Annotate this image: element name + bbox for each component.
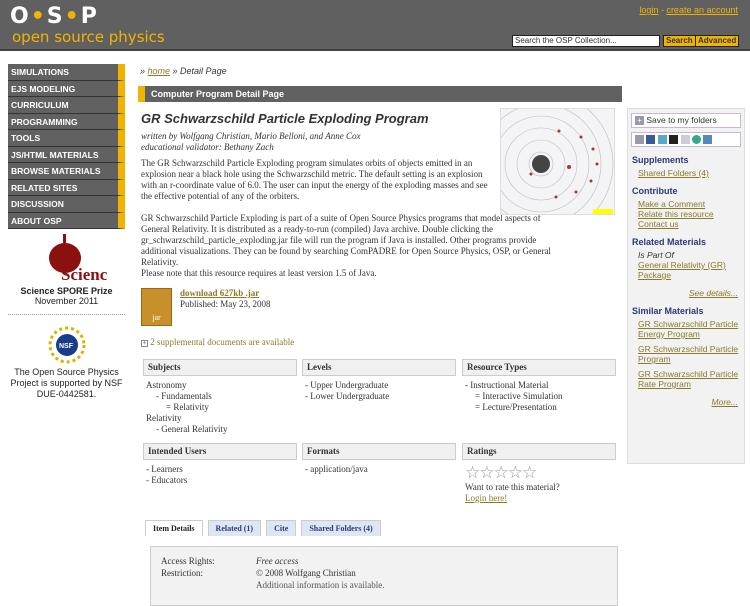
contact-us-link[interactable]: Contact us: [638, 219, 744, 229]
download-link[interactable]: download 627kb .jar: [180, 288, 259, 298]
item-details-panel: Access Rights: Free access Restriction: © …: [150, 546, 618, 606]
description: The GR Schwarzschild Particle Exploding …: [141, 158, 488, 201]
stumbleupon-icon[interactable]: [691, 135, 701, 145]
search-input[interactable]: Search the OSP Collection...: [512, 35, 660, 47]
breadcrumb: » home » Detail Page: [140, 66, 227, 76]
formats-cell: Formats - application/java: [302, 443, 456, 479]
nav-js-html[interactable]: JS/HTML MATERIALS: [8, 146, 125, 163]
published-date: Published: May 23, 2008: [180, 299, 271, 309]
right-sidebar: + Save to my folders Supplements Shared …: [627, 108, 745, 464]
breadcrumb-home[interactable]: home: [148, 66, 171, 76]
formats-header: Formats: [302, 443, 456, 460]
create-account-link[interactable]: create an account: [666, 5, 738, 15]
make-comment-link[interactable]: Make a Comment: [638, 199, 744, 209]
intended-users-cell: Intended Users - Learners - Educators: [143, 443, 297, 490]
java-note: Please note that this resource requires …: [141, 268, 377, 278]
save-to-folders-button[interactable]: + Save to my folders: [631, 113, 741, 128]
nav-simulations[interactable]: SIMULATIONS: [8, 64, 125, 81]
nsf-text: The Open Source Physics Project is suppo…: [10, 367, 123, 399]
tab-item-details[interactable]: Item Details: [145, 520, 203, 536]
login-link[interactable]: login: [639, 5, 658, 15]
validator: educational validator: Bethany Zach: [141, 142, 274, 152]
ratings-header: Ratings: [462, 443, 616, 460]
nsf-logo-icon: NSF: [48, 326, 85, 364]
expand-icon[interactable]: +: [141, 340, 148, 347]
svg-text:NSF: NSF: [59, 343, 74, 350]
twitter-icon[interactable]: [657, 135, 667, 145]
rate-prompt: Want to rate this material?: [465, 482, 560, 492]
contribute-heading: Contribute: [632, 186, 678, 196]
subjects-cell: Subjects Astronomy - Fundamentals = Relativ…: [143, 359, 297, 439]
main-nav: SIMULATIONS EJS MODELING CURRICULUM PROG…: [8, 64, 125, 229]
resource-types-header: Resource Types: [462, 359, 616, 376]
similar-material-link[interactable]: GR Schwarzschild Particle Rate Program: [638, 369, 744, 389]
similar-material-link[interactable]: GR Schwarzschild Particle Energy Program: [638, 319, 744, 339]
levels-cell: Levels - Upper Undergraduate - Lower Under…: [302, 359, 456, 406]
tab-shared-folders[interactable]: Shared Folders (4): [301, 520, 381, 536]
star-rating[interactable]: ☆☆☆☆☆: [465, 464, 613, 482]
science-apple-logo: Science: [48, 234, 115, 284]
nav-tools[interactable]: TOOLS: [8, 130, 125, 147]
delicious-icon[interactable]: [669, 135, 679, 145]
nav-ejs-modeling[interactable]: EJS MODELING: [8, 80, 125, 97]
plus-icon: +: [635, 116, 644, 125]
subjects-header: Subjects: [143, 359, 297, 376]
prize-date: November 2011: [34, 296, 99, 306]
is-part-of-label: Is Part Of: [638, 250, 674, 260]
access-rights: Free access: [256, 556, 299, 566]
digg-icon[interactable]: [680, 135, 690, 145]
simulation-preview: [468, 91, 614, 237]
gr-package-link[interactable]: General Relativity (GR) Package: [638, 260, 744, 280]
supplements-heading: Supplements: [632, 155, 689, 165]
related-materials-heading: Related Materials: [632, 237, 707, 247]
page-title: GR Schwarzschild Particle Exploding Prog…: [141, 111, 429, 126]
nav-programming[interactable]: PROGRAMMING: [8, 113, 125, 130]
nsf-support: NSF The Open Source Physics Project is s…: [8, 325, 125, 400]
nav-discussion[interactable]: DISCUSSION: [8, 196, 125, 213]
tab-related[interactable]: Related (1): [207, 520, 262, 536]
supplemental-toggle[interactable]: + 2 supplemental documents are available: [141, 337, 294, 347]
restriction: © 2008 Wolfgang Christian: [256, 568, 356, 578]
intended-users-header: Intended Users: [143, 443, 297, 460]
similar-material-link[interactable]: GR Schwarzschild Particle Program: [638, 344, 744, 364]
nav-curriculum[interactable]: CURRICULUM: [8, 97, 125, 114]
share-bar: [631, 132, 741, 147]
document-icon[interactable]: [703, 135, 713, 145]
logo-subtitle: open source physics: [12, 28, 165, 46]
nav-browse[interactable]: BROWSE MATERIALS: [8, 163, 125, 180]
breadcrumb-current: Detail Page: [180, 66, 227, 76]
add-share-icon[interactable]: [635, 135, 644, 145]
relate-resource-link[interactable]: Relate this resource: [638, 209, 744, 219]
nav-about[interactable]: ABOUT OSP: [8, 212, 125, 229]
resource-types-cell: Resource Types - Instructional Material = …: [462, 359, 616, 417]
svg-text:Science: Science: [61, 265, 107, 284]
additional-info: Additional information is available.: [256, 580, 385, 590]
shared-folders-link[interactable]: Shared Folders (4): [638, 168, 744, 178]
search-button[interactable]: Search: [663, 35, 696, 47]
more-link[interactable]: More...: [628, 397, 738, 407]
spore-prize: Science Science SPORE Prize November 201…: [8, 232, 125, 315]
nav-related-sites[interactable]: RELATED SITES: [8, 179, 125, 196]
similar-materials-heading: Similar Materials: [632, 306, 704, 316]
description-2: GR Schwarzschild Particle Exploding is p…: [141, 213, 551, 267]
osp-logo[interactable]: O•S•P: [10, 4, 99, 29]
facebook-icon[interactable]: [646, 135, 656, 145]
prize-title: Science SPORE Prize: [20, 286, 113, 296]
tab-cite[interactable]: Cite: [266, 520, 297, 536]
section-title: Computer Program Detail Page: [138, 86, 622, 102]
jar-file-icon[interactable]: jar: [141, 288, 172, 326]
see-details-link[interactable]: See details...: [628, 288, 738, 298]
screenshot-thumbnail[interactable]: [468, 91, 615, 237]
rating-login-link[interactable]: Login here!: [465, 493, 507, 503]
detail-tabs: Item Details Related (1) Cite Shared Fol…: [145, 520, 381, 536]
advanced-button[interactable]: Advanced: [695, 35, 740, 47]
levels-header: Levels: [302, 359, 456, 376]
authors: written by Wolfgang Christian, Mario Bel…: [141, 131, 361, 141]
site-header: O•S•P open source physics login - create…: [0, 0, 750, 51]
ratings-cell: Ratings ☆☆☆☆☆ Want to rate this material? L…: [462, 443, 616, 508]
